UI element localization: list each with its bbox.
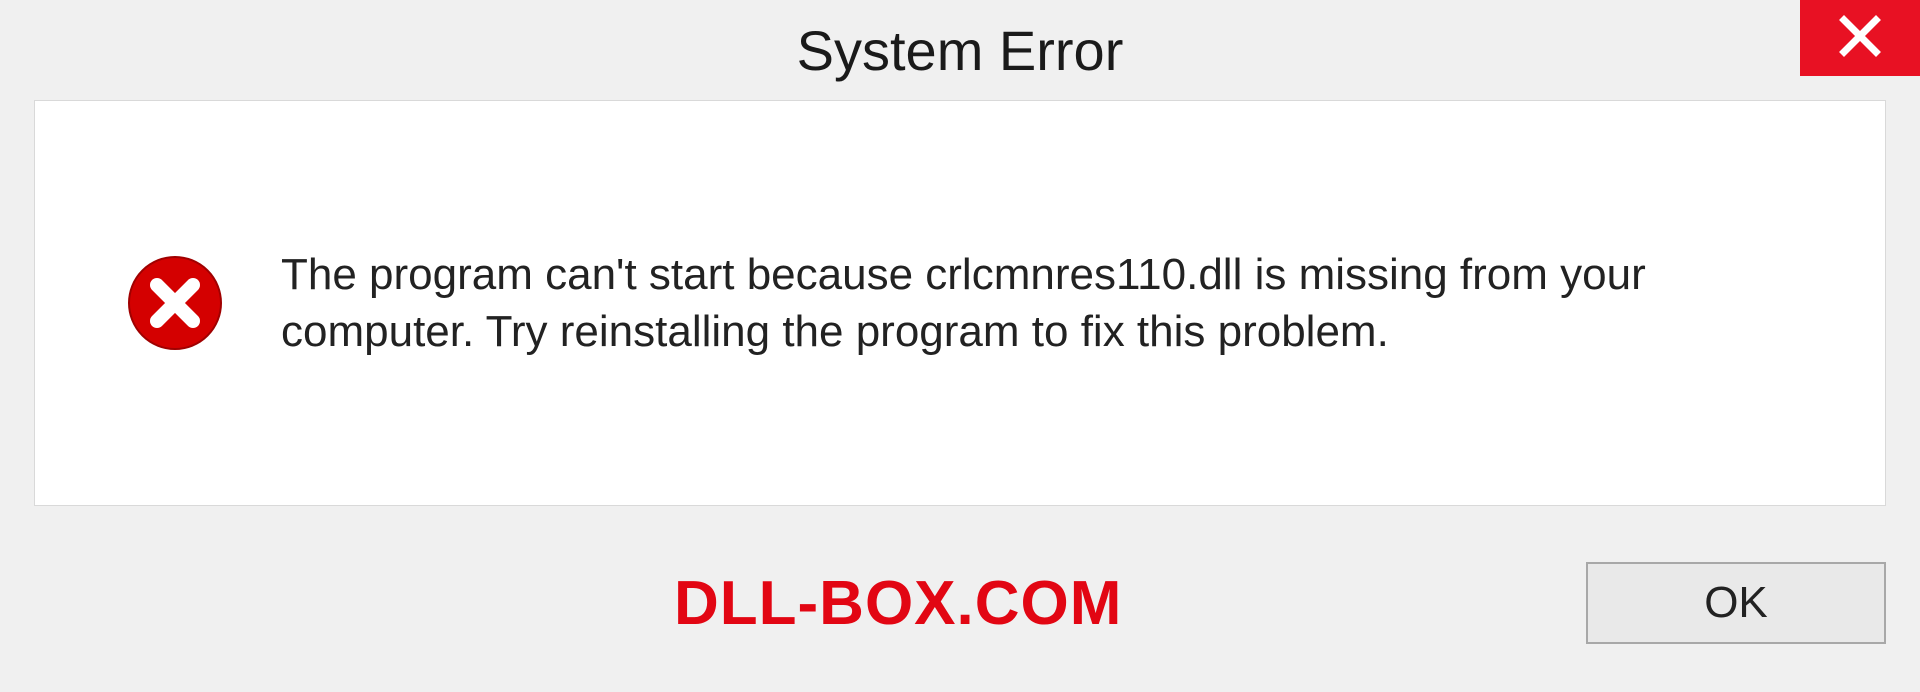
- error-icon: [125, 253, 225, 353]
- ok-button-label: OK: [1704, 578, 1768, 628]
- content-panel: The program can't start because crlcmnre…: [34, 100, 1886, 506]
- watermark-text: DLL-BOX.COM: [34, 568, 1122, 639]
- dialog-footer: DLL-BOX.COM OK: [34, 538, 1886, 668]
- ok-button[interactable]: OK: [1586, 562, 1886, 644]
- error-message: The program can't start because crlcmnre…: [281, 246, 1785, 360]
- dialog-title: System Error: [797, 18, 1124, 83]
- close-button[interactable]: [1800, 0, 1920, 76]
- close-icon: [1838, 14, 1882, 63]
- title-bar: System Error: [0, 0, 1920, 96]
